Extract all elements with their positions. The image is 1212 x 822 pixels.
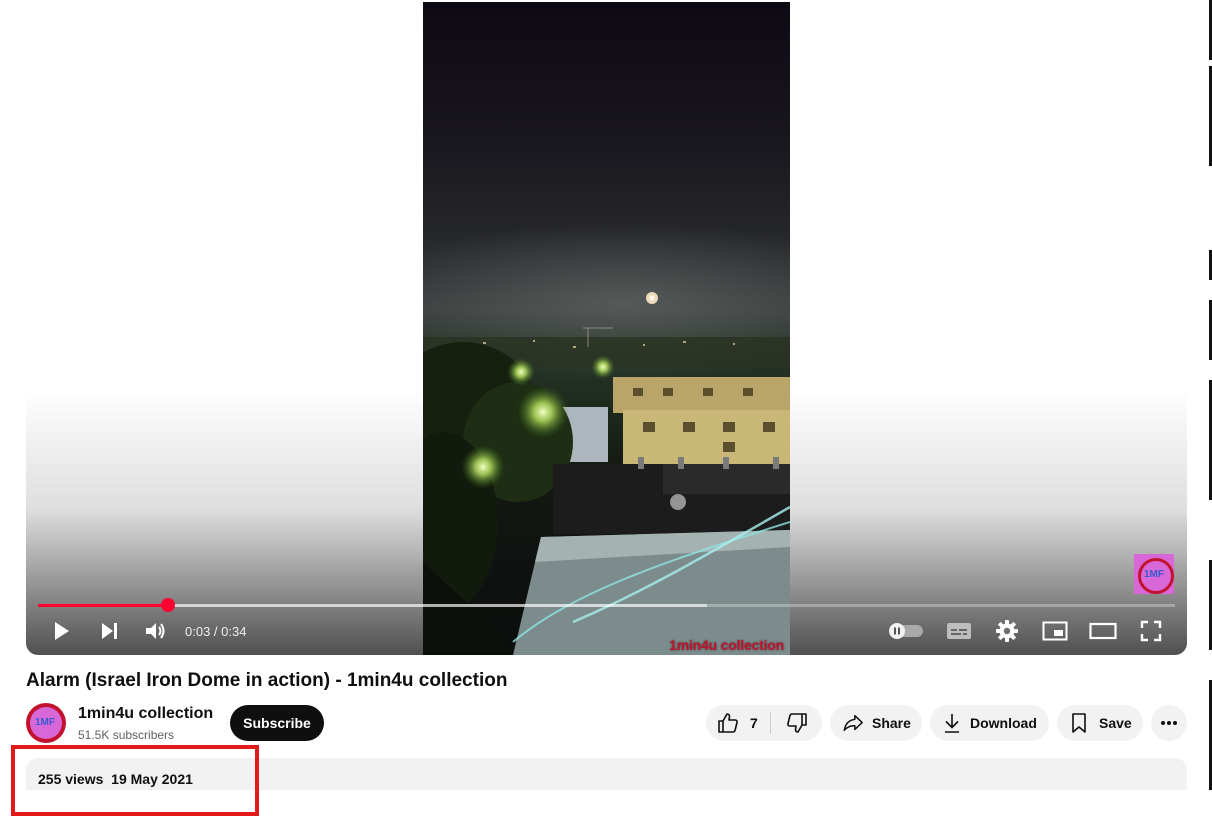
download-label: Download — [970, 715, 1037, 731]
subtitles-icon — [947, 623, 971, 639]
thumbs-down-icon — [787, 713, 807, 733]
more-actions-button[interactable] — [1151, 705, 1187, 741]
subscribe-button[interactable]: Subscribe — [230, 705, 324, 741]
play-button[interactable] — [46, 616, 76, 646]
bookmark-icon — [1072, 713, 1086, 733]
share-label: Share — [872, 715, 911, 731]
channel-name-link[interactable]: 1min4u collection — [78, 705, 213, 723]
like-count: 7 — [750, 715, 758, 731]
player-controls: 0:03 / 0:34 — [26, 612, 1187, 650]
theater-mode-button[interactable] — [1086, 616, 1120, 646]
subscriber-count: 51.5K subscribers — [78, 728, 175, 742]
channel-branding-watermark[interactable]: 1MF — [1134, 554, 1174, 594]
download-icon — [945, 714, 959, 733]
progress-scrubber[interactable] — [160, 598, 175, 612]
annotation-highlight-box — [11, 745, 259, 816]
video-frame[interactable]: 1min4u collection — [423, 2, 790, 655]
branding-logo-text: 1MF — [1144, 569, 1164, 580]
channel-avatar[interactable]: 1MF — [26, 703, 66, 743]
like-dislike-group: 7 — [706, 705, 822, 741]
miniplayer-icon — [1042, 621, 1068, 641]
autoplay-toggle[interactable] — [888, 616, 924, 646]
play-icon — [55, 622, 69, 640]
next-button[interactable] — [94, 616, 124, 646]
next-icon — [102, 623, 117, 639]
time-display: 0:03 / 0:34 — [185, 624, 247, 639]
progress-played — [38, 604, 168, 607]
miniplayer-button[interactable] — [1039, 616, 1071, 646]
save-label: Save — [1099, 715, 1132, 731]
save-button[interactable]: Save — [1057, 705, 1143, 741]
like-divider — [770, 712, 771, 734]
settings-icon — [996, 620, 1018, 642]
channel-avatar-text: 1MF — [35, 717, 55, 728]
night-city-scene — [423, 222, 790, 655]
settings-button[interactable] — [992, 616, 1022, 646]
share-button[interactable]: Share — [830, 705, 922, 741]
more-horizontal-icon — [1161, 721, 1177, 725]
progress-bar[interactable] — [38, 604, 1175, 607]
mute-button[interactable] — [140, 616, 170, 646]
like-button[interactable]: 7 — [706, 705, 770, 741]
channel-avatar-inner: 1MF — [30, 707, 62, 739]
video-player[interactable]: 1min4u collection 1MF 0:03 / 0:34 — [26, 0, 1187, 655]
theater-mode-icon — [1089, 622, 1117, 640]
subtitles-button[interactable] — [943, 616, 975, 646]
thumbs-up-icon — [718, 713, 738, 733]
share-icon — [843, 714, 863, 732]
fullscreen-button[interactable] — [1136, 616, 1166, 646]
branding-logo-icon: 1MF — [1138, 558, 1174, 594]
fullscreen-icon — [1140, 620, 1162, 642]
autoplay-toggle-icon — [889, 623, 923, 639]
video-title: Alarm (Israel Iron Dome in action) - 1mi… — [26, 670, 508, 691]
dislike-button[interactable] — [772, 705, 822, 741]
download-button[interactable]: Download — [930, 705, 1049, 741]
volume-icon — [146, 623, 165, 639]
